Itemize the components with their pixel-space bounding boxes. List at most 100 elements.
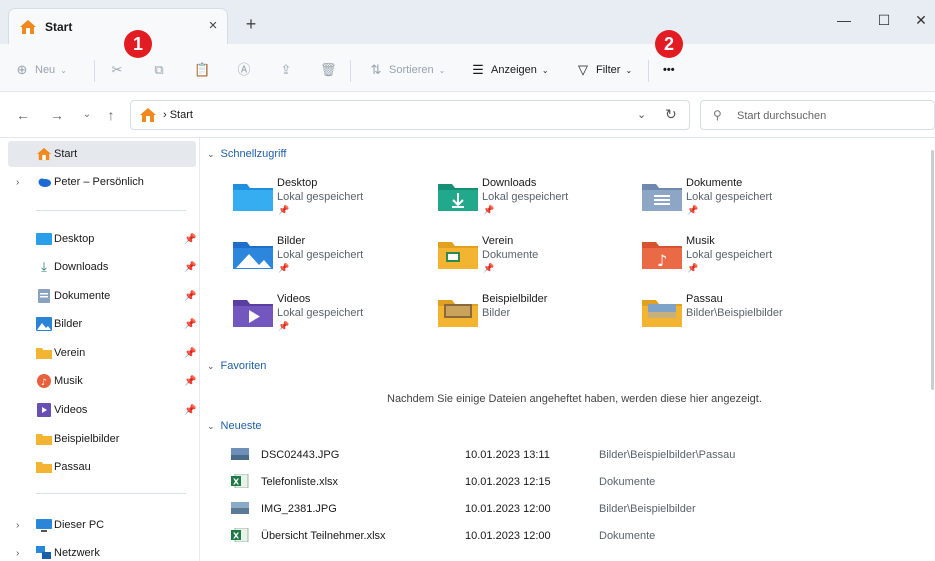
quick-access-item[interactable]: Desktop Lokal gespeichert 📌 [233, 176, 433, 224]
sidebar-item-videos[interactable]: Videos 📌 [8, 397, 196, 423]
folder-icon [36, 434, 52, 445]
delete-button[interactable]: 🗑 [320, 61, 337, 79]
new-button[interactable]: ⊕ Neu ⌄ [14, 61, 67, 79]
chevron-down-icon: ⌄ [207, 420, 215, 431]
sort-label: Sortieren [389, 64, 434, 76]
excel-file-icon: X [231, 528, 249, 542]
item-name: Passau [686, 293, 723, 305]
quick-access-item[interactable]: ♪ Musik Lokal gespeichert 📌 [642, 234, 842, 282]
scrollbar[interactable] [931, 150, 934, 390]
pin-icon: 📌 [184, 375, 197, 387]
folder-icon [36, 462, 52, 473]
svg-text:♪: ♪ [657, 251, 667, 270]
copy-button[interactable]: ⧉ [151, 61, 167, 79]
sidebar-item-passau[interactable]: Passau [8, 454, 196, 480]
address-history-icon[interactable]: ⌄ [637, 108, 646, 121]
home-icon [37, 147, 51, 161]
minimize-button[interactable]: — [830, 10, 858, 32]
section-recent[interactable]: ⌄ Neueste [207, 420, 262, 432]
section-favorites[interactable]: ⌄ Favoriten [207, 360, 266, 372]
item-name: Downloads [482, 177, 537, 189]
item-name: Bilder [277, 235, 306, 247]
tab-close-icon[interactable]: × [205, 17, 221, 35]
table-row[interactable]: DSC02443.JPG 10.01.2023 13:11 Bilder\Bei… [225, 442, 925, 468]
pin-icon: 📌 [184, 261, 197, 273]
file-location: Dokumente [599, 476, 656, 488]
sort-button[interactable]: ⇅ Sortieren ⌄ [368, 61, 446, 79]
sidebar-item-this-pc[interactable]: › Dieser PC [8, 512, 196, 538]
quick-access-item[interactable]: Downloads Lokal gespeichert 📌 [438, 176, 638, 224]
table-row[interactable]: IMG_2381.JPG 10.01.2023 12:00 Bilder\Bei… [225, 496, 925, 522]
pin-icon: 📌 [687, 205, 699, 215]
table-row[interactable]: X Übersicht Teilnehmer.xlsx 10.01.2023 1… [225, 523, 925, 549]
sidebar-item-verein[interactable]: Verein 📌 [8, 340, 196, 366]
quick-access-item[interactable]: Verein Dokumente 📌 [438, 234, 638, 282]
chevron-right-icon[interactable]: › [16, 177, 19, 188]
quick-access-item[interactable]: Beispielbilder Bilder [438, 292, 638, 340]
quick-access-item[interactable]: Videos Lokal gespeichert 📌 [233, 292, 433, 340]
rename-button[interactable]: Ⓐ [236, 61, 252, 79]
video-icon [37, 403, 51, 417]
pictures-icon [36, 317, 52, 331]
pin-icon: 📌 [278, 205, 290, 215]
trash-icon: 🗑 [320, 62, 337, 77]
sidebar-item-network[interactable]: › Netzwerk [8, 540, 196, 561]
pin-icon: 📌 [184, 290, 197, 302]
sort-icon: ⇅ [370, 62, 382, 77]
sidebar-item-documents[interactable]: Dokumente 📌 [8, 283, 196, 309]
more-options-button[interactable]: ••• [663, 61, 675, 79]
item-location: Lokal gespeichert [686, 191, 773, 203]
scissors-icon: ✂ [111, 62, 123, 77]
chevron-down-icon: ⌄ [60, 65, 67, 75]
chevron-right-icon[interactable]: › [16, 548, 19, 559]
table-row[interactable]: X Telefonliste.xlsx 10.01.2023 12:15 Dok… [225, 469, 925, 495]
item-location: Bilder [482, 307, 511, 319]
quick-access-item[interactable]: Passau Bilder\Beispielbilder [642, 292, 842, 340]
file-date: 10.01.2023 12:00 [465, 530, 551, 542]
address-bar[interactable]: › Start ⌄ ↻ [130, 100, 690, 130]
annotation-badge-1: 1 [124, 30, 152, 58]
maximize-button[interactable]: ☐ [870, 10, 898, 32]
recent-locations-button[interactable]: ⌄ [78, 106, 96, 124]
cut-button[interactable]: ✂ [109, 61, 125, 79]
share-button[interactable]: ⇪ [278, 61, 294, 79]
sidebar-item-start[interactable]: Start [8, 141, 196, 167]
file-location: Bilder\Beispielbilder [599, 503, 696, 515]
paste-button[interactable]: 📋 [194, 61, 210, 79]
tab-start[interactable]: Start × [8, 8, 228, 44]
quick-access-item[interactable]: Dokumente Lokal gespeichert 📌 [642, 176, 842, 224]
sidebar-item-label: Bilder [54, 318, 83, 330]
svg-text:X: X [233, 532, 240, 541]
excel-file-icon: X [231, 474, 249, 488]
refresh-icon[interactable]: ↻ [665, 106, 677, 123]
documents-folder-icon [642, 184, 682, 211]
sidebar-item-label: Musik [54, 375, 83, 387]
sidebar-item-downloads[interactable]: ⤓ Downloads 📌 [8, 254, 196, 280]
back-button[interactable]: ← [14, 106, 32, 124]
new-tab-button[interactable]: + [241, 15, 261, 35]
quick-access-item[interactable]: Bilder Lokal gespeichert 📌 [233, 234, 433, 282]
sidebar-item-onedrive[interactable]: › Peter – Persönlich [8, 169, 196, 195]
close-window-button[interactable]: ✕ [907, 10, 935, 32]
sidebar-item-pictures[interactable]: Bilder 📌 [8, 311, 196, 337]
sidebar-item-music[interactable]: ♪ Musik 📌 [8, 368, 196, 394]
forward-button[interactable]: → [48, 106, 66, 124]
sidebar-item-label: Verein [54, 347, 86, 359]
sidebar-item-label: Netzwerk [54, 547, 100, 559]
tab-label: Start [45, 20, 73, 34]
breadcrumb[interactable]: › Start [163, 109, 193, 121]
pin-icon: 📌 [184, 318, 197, 330]
chevron-down-icon: ⌄ [207, 360, 215, 371]
chevron-right-icon[interactable]: › [16, 520, 19, 531]
sidebar-item-label: Start [54, 148, 78, 160]
navigation-pane: Start › Peter – Persönlich Desktop 📌 ⤓ D… [0, 138, 200, 561]
section-quick-access[interactable]: ⌄ Schnellzugriff [207, 148, 286, 160]
search-input[interactable]: ⚲ Start durchsuchen [700, 100, 935, 130]
folder-icon [642, 300, 682, 327]
sidebar-item-beispielbilder[interactable]: Beispielbilder [8, 426, 196, 452]
up-button[interactable]: ↑ [102, 106, 120, 124]
document-icon [38, 289, 50, 303]
view-button[interactable]: ☰ Anzeigen ⌄ [470, 61, 548, 79]
filter-button[interactable]: ▽ Filter ⌄ [575, 61, 632, 79]
sidebar-item-desktop[interactable]: Desktop 📌 [8, 226, 196, 252]
